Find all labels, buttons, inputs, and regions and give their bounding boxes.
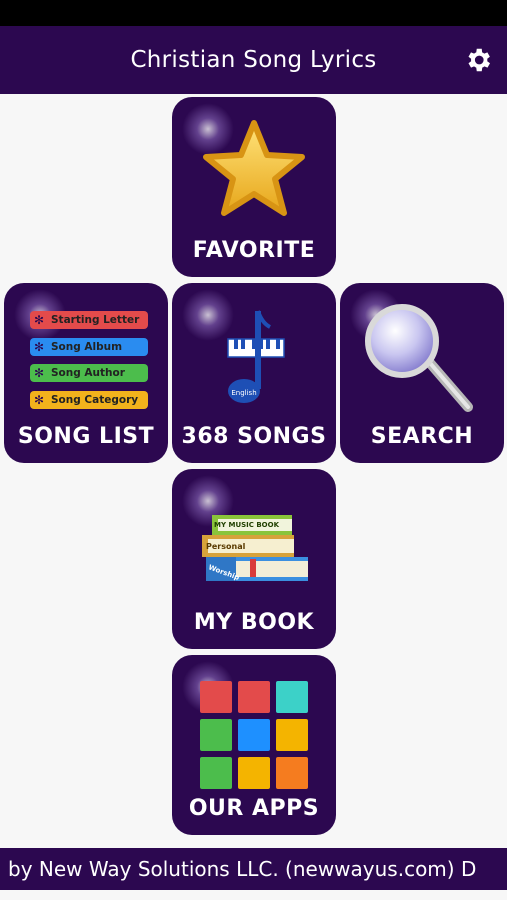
songs-count-label: 368 SONGS [181,424,327,449]
music-note-icon: English [227,310,285,403]
footer-banner: by New Way Solutions LLC. (newwayus.com)… [0,848,507,890]
app-square [238,719,270,751]
english-badge: English [231,389,256,397]
book-title-music: MY MUSIC BOOK [214,521,280,529]
our-apps-tile[interactable]: OUR APPS [172,655,336,835]
magnifier-icon [365,304,473,412]
song-category-pill: ✻ Song Category [30,390,148,409]
asterisk-icon: ✻ [31,365,47,381]
pill-label: Starting Letter [51,314,140,326]
search-label: SEARCH [370,424,474,449]
starting-letter-pill: ✻ Starting Letter [30,311,148,329]
book-title-personal: Personal [206,542,246,551]
asterisk-icon: ✻ [31,312,47,328]
nav-bar: Christian Song Lyrics [0,26,507,94]
app-square [238,757,270,789]
pill-label: Song Category [51,393,139,406]
my-book-label: MY BOOK [193,610,315,635]
star-icon [203,120,305,216]
pill-label: Song Author [51,367,125,379]
bottom-strip [0,890,507,900]
song-list-tile[interactable]: ✻ Starting Letter ✻ Song Album ✻ Song Au… [4,283,168,463]
favorite-label: FAVORITE [192,238,316,263]
song-author-pill: ✻ Song Author [30,364,148,382]
app-square [276,681,308,713]
favorite-tile[interactable]: FAVORITE [172,97,336,277]
app-square [276,719,308,751]
asterisk-icon: ✻ [31,391,47,408]
pill-label: Song Album [51,340,123,353]
song-list-label: SONG LIST [17,424,155,449]
song-list-menu: ✻ Starting Letter ✻ Song Album ✻ Song Au… [30,311,148,417]
app-square [200,757,232,789]
app-square [238,681,270,713]
status-bar [0,0,507,26]
song-album-pill: ✻ Song Album [30,337,148,356]
app-square [200,719,232,751]
my-book-tile[interactable]: Worship Personal MY MUSIC BOOK MY BOOK [172,469,336,649]
app-title: Christian Song Lyrics [130,47,377,73]
books-icon: Worship Personal MY MUSIC BOOK [202,515,308,582]
our-apps-label: OUR APPS [188,796,320,821]
footer-credit: by New Way Solutions LLC. (newwayus.com)… [8,857,477,881]
gear-icon[interactable] [463,45,493,75]
asterisk-icon: ✻ [31,338,47,355]
apps-grid-icon [200,681,308,789]
app-square [276,757,308,789]
songs-tile[interactable]: English 368 SONGS [172,283,336,463]
search-tile[interactable]: SEARCH [340,283,504,463]
app-square [200,681,232,713]
